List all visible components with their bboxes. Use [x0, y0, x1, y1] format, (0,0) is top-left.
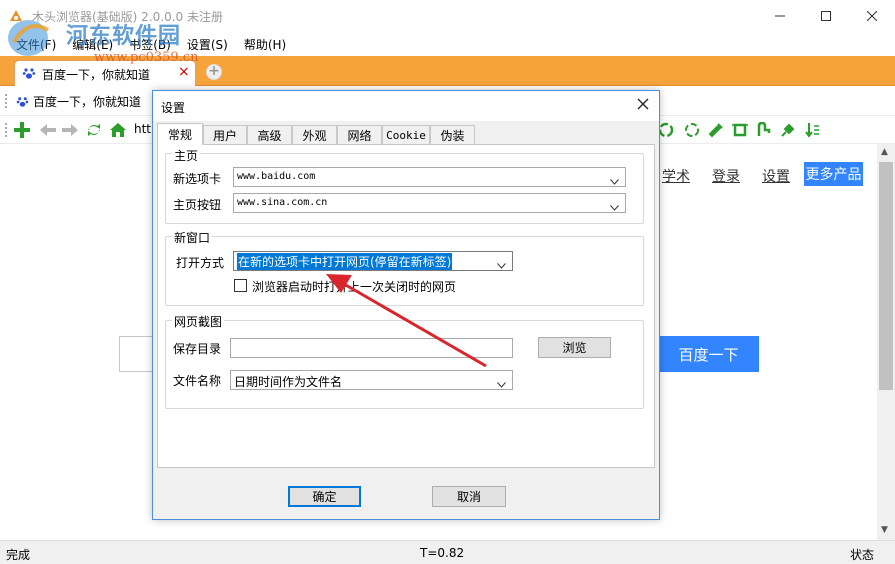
load-time: T=0.82	[420, 546, 465, 560]
tab-close-icon[interactable]: ×	[178, 64, 190, 80]
browser-tab[interactable]: 百度一下，你就知道 ×	[14, 60, 196, 86]
ok-button[interactable]: 确定	[288, 486, 361, 507]
tab-advanced[interactable]: 高级	[247, 125, 292, 144]
baidu-paw-icon	[22, 66, 36, 83]
favorite-item[interactable]: 百度一下，你就知道	[16, 93, 141, 110]
settings-dialog: 设置 常规 用户 高级 外观 网络 Cookie 伪装 主页 新选项卡 www.…	[152, 90, 660, 520]
baidu-paw-icon	[16, 97, 29, 107]
new-tab-url-value: www.baidu.com	[237, 171, 316, 182]
open-mode-value: 在新的选项卡中打开网页(停留在新标签)	[237, 253, 453, 270]
home-button-url-value: www.sina.com.cn	[237, 197, 328, 208]
tab-panel-general: 主页 新选项卡 www.baidu.com 主页按钮 www.sina.com.…	[157, 144, 655, 468]
status-label: 状态	[850, 548, 875, 562]
tab-strip: 百度一下，你就知道 ×	[0, 56, 895, 86]
menu-bookmarks[interactable]: 书签(B)	[121, 36, 179, 53]
page-scrollbar[interactable]: ▲ ▼	[877, 144, 895, 540]
tab-cookie[interactable]: Cookie	[382, 125, 430, 144]
tools-icon[interactable]	[706, 120, 726, 140]
scrollbar-thumb[interactable]	[879, 162, 893, 390]
download-icon[interactable]	[802, 120, 822, 140]
back-icon[interactable]	[38, 120, 58, 140]
home-icon[interactable]	[108, 120, 128, 140]
dialog-title: 设置	[161, 101, 186, 115]
plugin-icon[interactable]	[778, 120, 798, 140]
cancel-button[interactable]: 取消	[432, 486, 506, 507]
browser-window: 木头浏览器(基础版) 2.0.0.0 未注册 文件(F) 编辑(E) 书签(B)…	[0, 0, 895, 564]
favorite-label: 百度一下，你就知道	[33, 95, 142, 109]
status-text: 完成	[6, 548, 31, 562]
new-tab-url-combo[interactable]: www.baidu.com	[233, 167, 626, 187]
window-title: 木头浏览器(基础版) 2.0.0.0 未注册	[32, 10, 223, 24]
dialog-title-bar: 设置	[153, 91, 659, 121]
toolbar-grip[interactable]	[5, 123, 7, 137]
open-mode-label: 打开方式	[176, 256, 225, 270]
sync-icon[interactable]	[682, 120, 702, 140]
forward-icon[interactable]	[60, 120, 80, 140]
maximize-icon[interactable]	[803, 0, 849, 32]
link-login[interactable]: 登录	[712, 166, 740, 186]
group-new-window-label: 新窗口	[172, 229, 213, 246]
tab-general[interactable]: 常规	[157, 123, 203, 145]
refresh-icon[interactable]	[84, 120, 104, 140]
open-mode-combo[interactable]: 在新的选项卡中打开网页(停留在新标签)	[233, 251, 513, 271]
save-dir-input[interactable]	[230, 338, 513, 358]
toolbar-grip[interactable]	[5, 94, 7, 108]
menu-settings[interactable]: 设置(S)	[179, 36, 236, 53]
app-logo-icon	[8, 8, 24, 24]
browse-button[interactable]: 浏览	[538, 337, 611, 358]
scroll-down-icon[interactable]: ▼	[881, 525, 888, 535]
tab-title: 百度一下，你就知道	[42, 68, 151, 82]
status-bar: 完成 T=0.82 状态	[0, 540, 895, 564]
minimize-icon[interactable]	[757, 0, 803, 32]
link-settings[interactable]: 设置	[762, 166, 790, 186]
group-homepage-label: 主页	[172, 147, 201, 164]
add-icon[interactable]	[12, 120, 32, 140]
baidu-top-links: 学术 登录 设置	[662, 166, 790, 186]
group-homepage	[165, 153, 644, 224]
tab-user[interactable]: 用户	[203, 125, 247, 144]
restore-pages-label: 浏览器启动时打开上一次关闭时的网页	[252, 280, 457, 294]
title-bar: 木头浏览器(基础版) 2.0.0.0 未注册	[0, 0, 895, 32]
group-screenshot	[165, 320, 644, 409]
new-tab-button[interactable]: +	[206, 64, 222, 80]
screenshot-icon[interactable]	[730, 120, 750, 140]
menu-bar: 文件(F) 编辑(E) 书签(B) 设置(S) 帮助(H)	[0, 32, 895, 56]
menu-help[interactable]: 帮助(H)	[236, 36, 294, 53]
tab-appearance[interactable]: 外观	[292, 125, 337, 144]
file-name-label: 文件名称	[173, 374, 222, 388]
tab-disguise[interactable]: 伪装	[430, 125, 475, 144]
close-icon[interactable]	[849, 0, 895, 32]
chevron-down-icon[interactable]	[497, 377, 506, 391]
dialog-close-icon[interactable]	[636, 97, 650, 114]
home-button-label: 主页按钮	[173, 198, 222, 212]
more-products-button[interactable]: 更多产品	[804, 162, 863, 186]
restore-pages-checkbox[interactable]	[234, 279, 247, 292]
address-bar[interactable]: htt	[134, 122, 151, 136]
chevron-down-icon[interactable]	[610, 174, 619, 188]
group-screenshot-label: 网页截图	[172, 313, 225, 330]
tab-network[interactable]: 网络	[337, 125, 382, 144]
link-scholar[interactable]: 学术	[662, 166, 690, 186]
new-tab-label: 新选项卡	[173, 172, 222, 186]
file-name-combo[interactable]: 日期时间作为文件名	[230, 370, 513, 390]
chevron-down-icon[interactable]	[497, 258, 506, 272]
menu-file[interactable]: 文件(F)	[8, 36, 64, 53]
save-dir-label: 保存目录	[173, 342, 222, 356]
menu-edit[interactable]: 编辑(E)	[64, 36, 121, 53]
group-new-window	[165, 236, 644, 306]
gesture-icon[interactable]	[754, 120, 774, 140]
scroll-up-icon[interactable]: ▲	[881, 147, 888, 157]
chevron-down-icon[interactable]	[610, 200, 619, 214]
file-name-value: 日期时间作为文件名	[234, 375, 343, 389]
baidu-search-button[interactable]: 百度一下	[658, 336, 759, 372]
home-button-url-combo[interactable]: www.sina.com.cn	[233, 193, 626, 213]
